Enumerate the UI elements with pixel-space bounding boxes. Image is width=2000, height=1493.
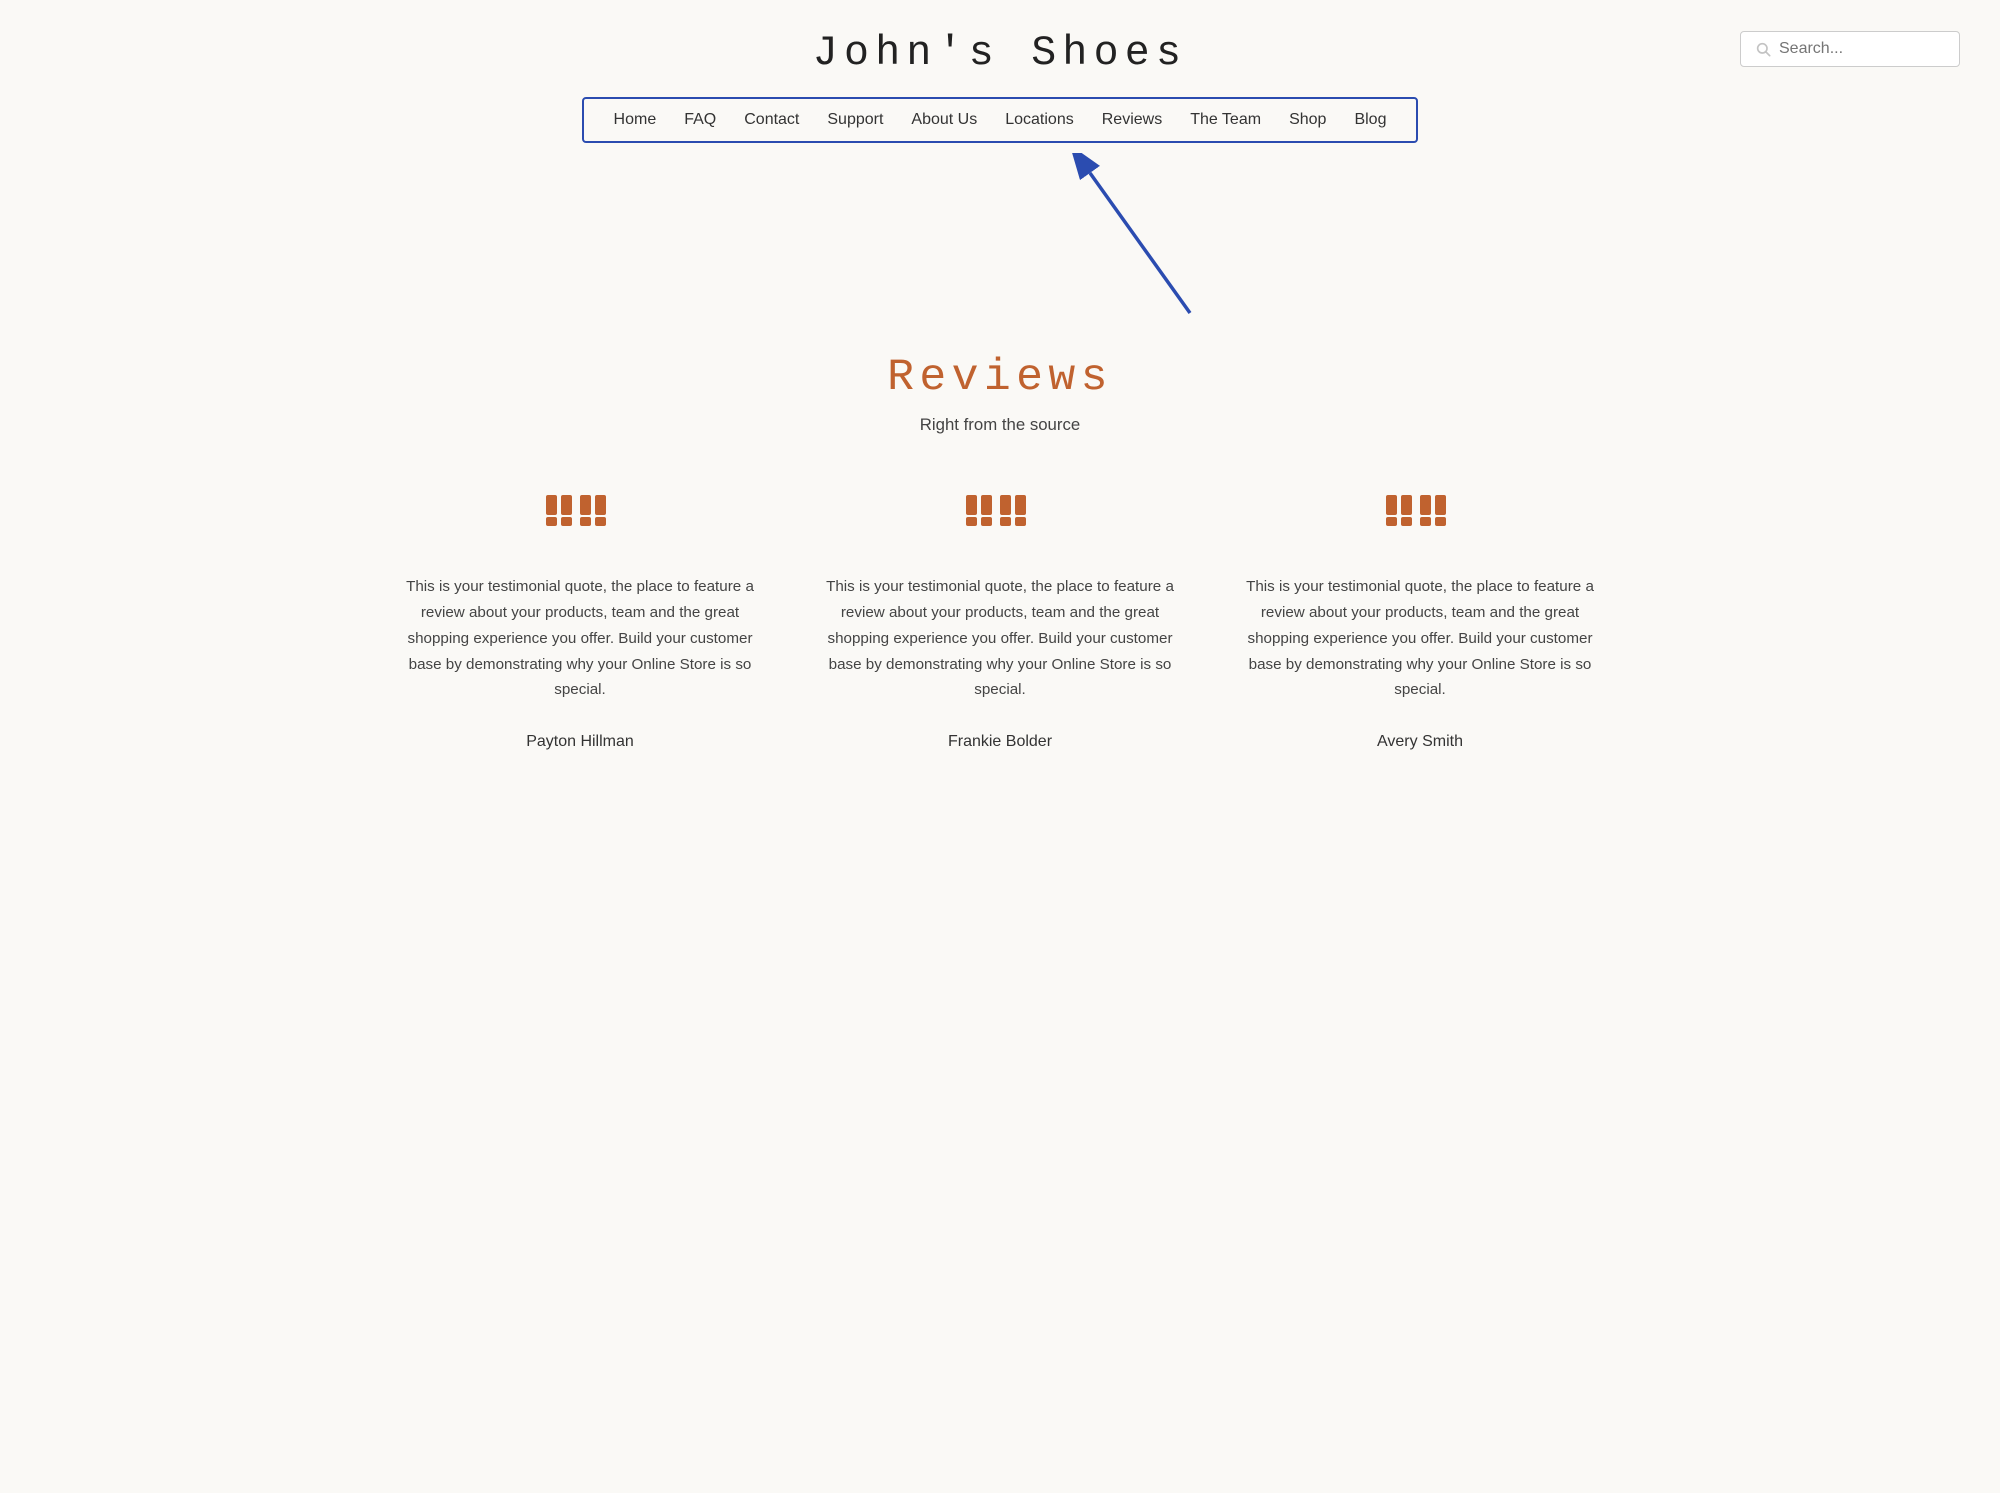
quote-icon xyxy=(1386,495,1454,544)
quote-icon xyxy=(966,495,1034,544)
nav-item-contact[interactable]: Contact xyxy=(744,111,799,129)
search-box[interactable] xyxy=(1740,31,1960,67)
testimonial-card-1: This is your testimonial quote, the plac… xyxy=(820,495,1180,751)
reviewer-name-1: Frankie Bolder xyxy=(948,733,1052,751)
nav-item-support[interactable]: Support xyxy=(827,111,883,129)
testimonial-card-0: This is your testimonial quote, the plac… xyxy=(400,495,760,751)
reviewer-name-0: Payton Hillman xyxy=(526,733,634,751)
quote-icon xyxy=(546,495,614,544)
nav-item-locations[interactable]: Locations xyxy=(1005,111,1074,129)
nav-bar: Home FAQ Contact Support About Us Locations Re… xyxy=(582,97,1419,143)
annotation-arrow xyxy=(1060,153,1220,323)
nav-item-reviews[interactable]: Reviews xyxy=(1102,111,1162,129)
quote-svg xyxy=(1386,495,1454,539)
nav-wrapper: Home FAQ Contact Support About Us Locations Re… xyxy=(0,97,2000,153)
nav-item-blog[interactable]: Blog xyxy=(1354,111,1386,129)
testimonial-text-2: This is your testimonial quote, the plac… xyxy=(1240,574,1600,703)
testimonial-text-1: This is your testimonial quote, the plac… xyxy=(820,574,1180,703)
search-icon xyxy=(1755,41,1771,57)
search-container xyxy=(1740,31,1960,67)
arrow-annotation xyxy=(0,153,2000,333)
quote-svg xyxy=(546,495,614,539)
nav-item-about[interactable]: About Us xyxy=(911,111,977,129)
header: John's Shoes xyxy=(0,0,2000,97)
reviews-title: Reviews xyxy=(40,353,1960,403)
nav-item-team[interactable]: The Team xyxy=(1190,111,1261,129)
site-title: John's Shoes xyxy=(40,30,1960,77)
nav-item-shop[interactable]: Shop xyxy=(1289,111,1326,129)
reviewer-name-2: Avery Smith xyxy=(1377,733,1463,751)
testimonial-text-0: This is your testimonial quote, the plac… xyxy=(400,574,760,703)
nav-item-faq[interactable]: FAQ xyxy=(684,111,716,129)
quote-svg xyxy=(966,495,1034,539)
nav-item-home[interactable]: Home xyxy=(614,111,657,129)
testimonials-grid: This is your testimonial quote, the plac… xyxy=(300,495,1700,831)
reviews-section: Reviews Right from the source xyxy=(0,333,2000,435)
testimonial-card-2: This is your testimonial quote, the plac… xyxy=(1240,495,1600,751)
search-input[interactable] xyxy=(1779,40,1945,58)
reviews-subtitle: Right from the source xyxy=(40,415,1960,435)
